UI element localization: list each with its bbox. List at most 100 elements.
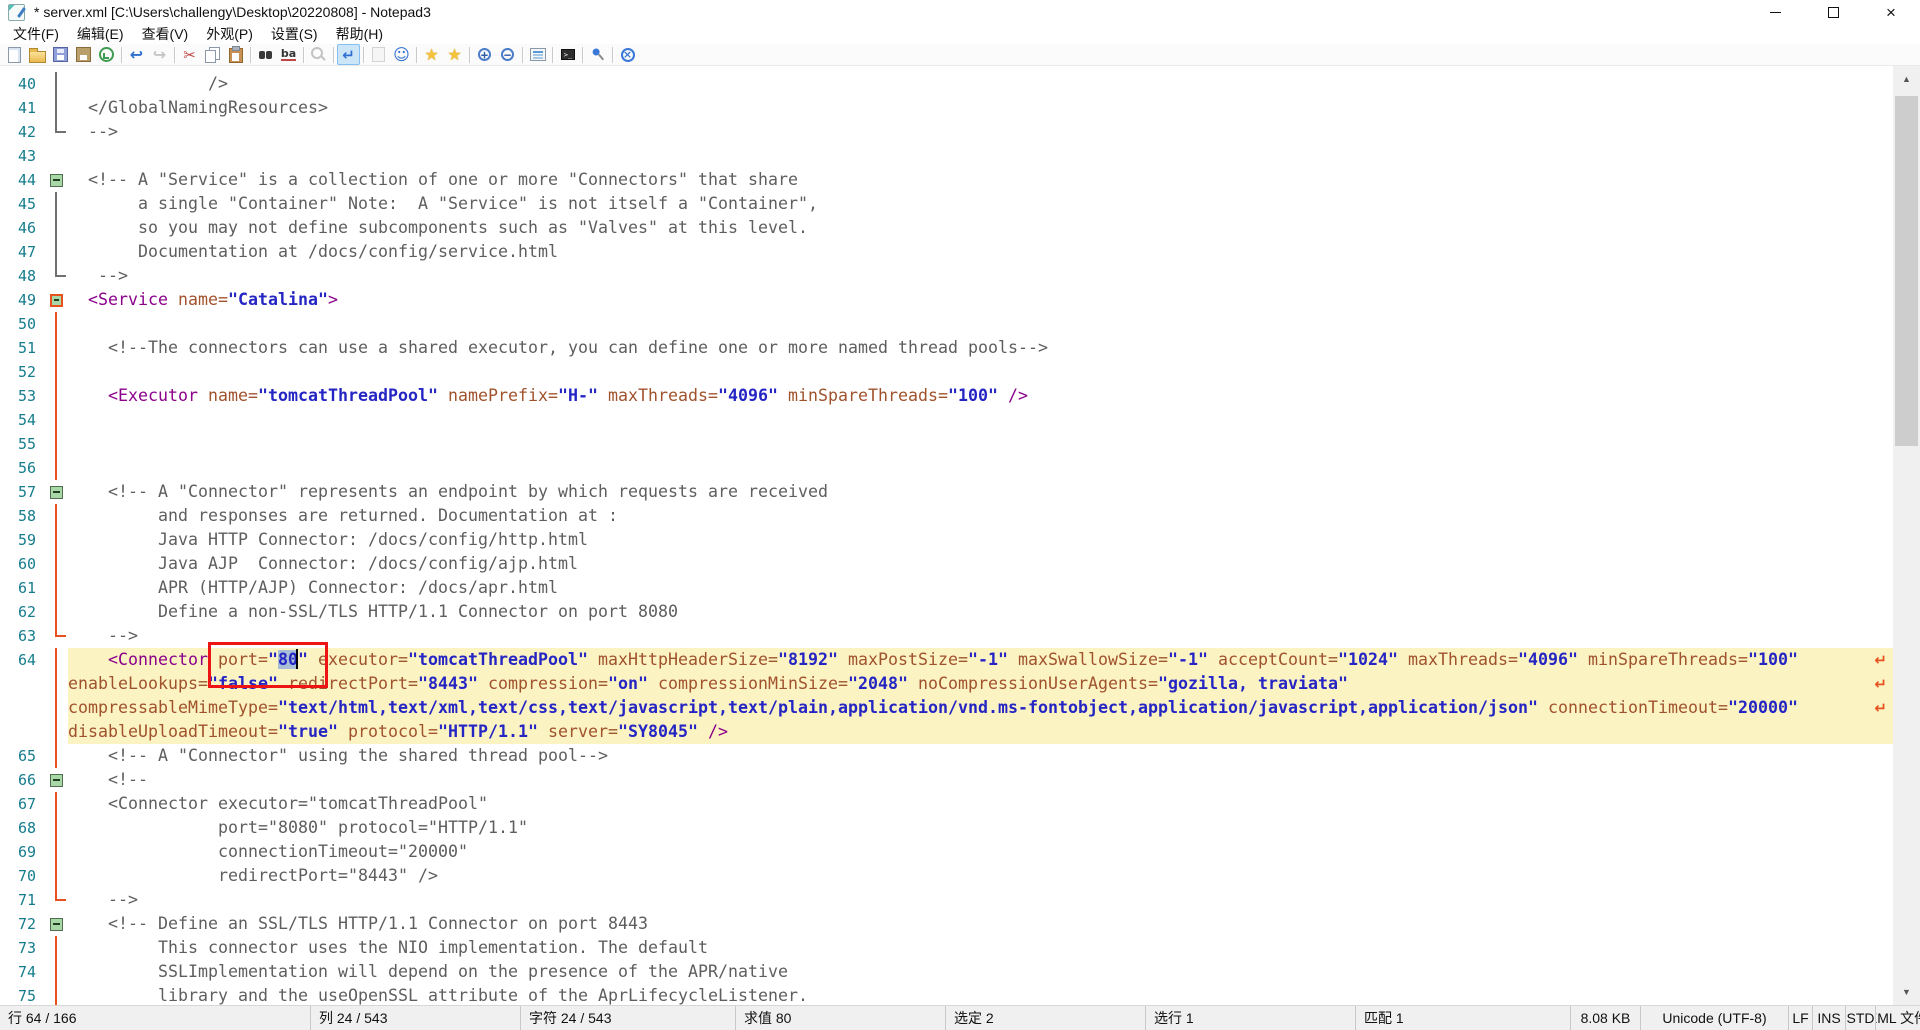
code-row[interactable]: 75 library and the useOpenSSL attribute … (0, 984, 1893, 1005)
code-row[interactable]: disableUploadTimeout="true" protocol="HT… (0, 720, 1893, 744)
fold-collapse-icon[interactable] (50, 174, 63, 187)
fold-collapse-icon[interactable] (50, 918, 63, 931)
code-row[interactable]: compressableMimeType="text/html,text/xml… (0, 696, 1893, 720)
code-row[interactable]: 56 (0, 456, 1893, 480)
code-row[interactable]: 57 <!-- A "Connector" represents an endp… (0, 480, 1893, 504)
code-row[interactable]: 60 Java AJP Connector: /docs/config/ajp.… (0, 552, 1893, 576)
status-file-size[interactable]: 8.08 KB (1570, 1006, 1640, 1030)
code-row[interactable]: 53 <Executor name="tomcatThreadPool" nam… (0, 384, 1893, 408)
copy-button[interactable] (201, 44, 224, 65)
undo-button[interactable]: ↩ (125, 44, 148, 65)
exit-button[interactable]: × (616, 44, 639, 65)
fold-margin[interactable] (44, 480, 68, 504)
maximize-button[interactable] (1804, 0, 1862, 24)
code-row[interactable]: 69 connectionTimeout="20000" (0, 840, 1893, 864)
fold-margin[interactable] (44, 768, 68, 792)
code-row[interactable]: 40 /> (0, 72, 1893, 96)
code-row[interactable]: 71 --> (0, 888, 1893, 912)
code-row[interactable]: 58 and responses are returned. Documenta… (0, 504, 1893, 528)
scroll-down-button[interactable]: ▼ (1893, 979, 1920, 1005)
status-selected-lines[interactable]: 选行 1 (1145, 1006, 1355, 1030)
fold-margin[interactable] (44, 288, 68, 312)
fold-collapse-icon[interactable] (50, 774, 63, 787)
save-button[interactable] (49, 44, 72, 65)
code-row[interactable]: 41 </GlobalNamingResources> (0, 96, 1893, 120)
status-insert-mode[interactable]: INS (1812, 1006, 1845, 1030)
pin-button[interactable] (586, 44, 609, 65)
encoding-button[interactable]: ☺ (390, 44, 413, 65)
code-row[interactable]: 47 Documentation at /docs/config/service… (0, 240, 1893, 264)
cut-button[interactable]: ✂ (178, 44, 201, 65)
paste-button[interactable] (224, 44, 247, 65)
code-row[interactable]: 74 SSLImplementation will depend on the … (0, 960, 1893, 984)
menu-item-2[interactable]: 查看(V) (133, 24, 198, 44)
save-copy-button[interactable] (72, 44, 95, 65)
code-row[interactable]: 54 (0, 408, 1893, 432)
find-button[interactable] (254, 44, 277, 65)
code-row[interactable]: 68 port="8080" protocol="HTTP/1.1" (0, 816, 1893, 840)
launch-console-button[interactable]: >_ (556, 44, 579, 65)
favorites-button[interactable]: ★ (420, 44, 443, 65)
editor[interactable]: 40 />41 </GlobalNamingResources>42 -->43… (0, 66, 1920, 1005)
menu-item-4[interactable]: 设置(S) (262, 24, 327, 44)
status-selected-chars[interactable]: 选定 2 (945, 1006, 1145, 1030)
code-row[interactable]: 50 (0, 312, 1893, 336)
recent-files-button[interactable] (95, 44, 118, 65)
code-row[interactable]: 62 Define a non-SSL/TLS HTTP/1.1 Connect… (0, 600, 1893, 624)
code-row[interactable]: 46 so you may not define subcomponents s… (0, 216, 1893, 240)
code-row[interactable]: 52 (0, 360, 1893, 384)
code-row[interactable]: 43 (0, 144, 1893, 168)
line-number (0, 696, 44, 720)
code-row[interactable]: 72 <!-- Define an SSL/TLS HTTP/1.1 Conne… (0, 912, 1893, 936)
code-row[interactable]: 65 <!-- A "Connector" using the shared t… (0, 744, 1893, 768)
status-file-type[interactable]: XML 文件 (1875, 1006, 1920, 1030)
code-row[interactable]: 44 <!-- A "Service" is a collection of o… (0, 168, 1893, 192)
code-row[interactable]: 45 a single "Container" Note: A "Service… (0, 192, 1893, 216)
fold-collapse-icon-active[interactable] (50, 294, 63, 307)
replace-button[interactable]: ba (277, 44, 300, 65)
fold-margin[interactable] (44, 168, 68, 192)
open-file-button[interactable] (26, 44, 49, 65)
scrollbar-thumb[interactable] (1895, 96, 1918, 446)
code-row[interactable]: 59 Java HTTP Connector: /docs/config/htt… (0, 528, 1893, 552)
code-row[interactable]: 70 redirectPort="8443" /> (0, 864, 1893, 888)
code-row[interactable]: 51 <!--The connectors can use a shared e… (0, 336, 1893, 360)
status-eval[interactable]: 求值 80 (735, 1006, 945, 1030)
code-row[interactable]: 48 --> (0, 264, 1893, 288)
status-case-mode[interactable]: STD (1845, 1006, 1875, 1030)
status-matches[interactable]: 匹配 1 (1355, 1006, 1570, 1030)
word-wrap-button[interactable]: ↵ (337, 44, 360, 65)
fold-collapse-icon[interactable] (50, 486, 63, 499)
menu-item-3[interactable]: 外观(P) (197, 24, 262, 44)
redo-button[interactable]: ↪ (148, 44, 171, 65)
code-row[interactable]: 73 This connector uses the NIO implement… (0, 936, 1893, 960)
status-column[interactable]: 列 24 / 543 (310, 1006, 520, 1030)
new-document-button[interactable] (3, 44, 26, 65)
code-row[interactable]: 67 <Connector executor="tomcatThreadPool… (0, 792, 1893, 816)
vertical-scrollbar[interactable]: ▲ ▼ (1893, 66, 1920, 1005)
menu-item-0[interactable]: 文件(F) (4, 24, 68, 44)
fold-margin[interactable] (44, 912, 68, 936)
menu-item-5[interactable]: 帮助(H) (327, 24, 392, 44)
document-list-button[interactable] (526, 44, 549, 65)
code-row[interactable]: 66 <!-- (0, 768, 1893, 792)
find-in-files-button[interactable] (307, 44, 330, 65)
status-character[interactable]: 字符 24 / 543 (520, 1006, 735, 1030)
code-area[interactable]: 40 />41 </GlobalNamingResources>42 -->43… (0, 72, 1893, 1005)
status-eol-mode[interactable]: LF (1788, 1006, 1812, 1030)
status-encoding[interactable]: Unicode (UTF-8) (1640, 1006, 1788, 1030)
title-bar[interactable]: * server.xml [C:\Users\challengy\Desktop… (0, 0, 1920, 24)
menu-item-1[interactable]: 编辑(E) (68, 24, 133, 44)
scroll-up-button[interactable]: ▲ (1893, 66, 1920, 92)
code-row[interactable]: 49 <Service name="Catalina"> (0, 288, 1893, 312)
code-row[interactable]: 55 (0, 432, 1893, 456)
add-favorite-button[interactable]: ★ (443, 44, 466, 65)
close-button[interactable]: × (1862, 0, 1920, 24)
zoom-out-button[interactable]: − (496, 44, 519, 65)
copy-add-button[interactable] (367, 44, 390, 65)
minimize-button[interactable] (1746, 0, 1804, 24)
zoom-in-button[interactable]: + (473, 44, 496, 65)
status-line[interactable]: 行 64 / 166 (0, 1006, 310, 1030)
code-row[interactable]: 42 --> (0, 120, 1893, 144)
code-row[interactable]: 61 APR (HTTP/AJP) Connector: /docs/apr.h… (0, 576, 1893, 600)
